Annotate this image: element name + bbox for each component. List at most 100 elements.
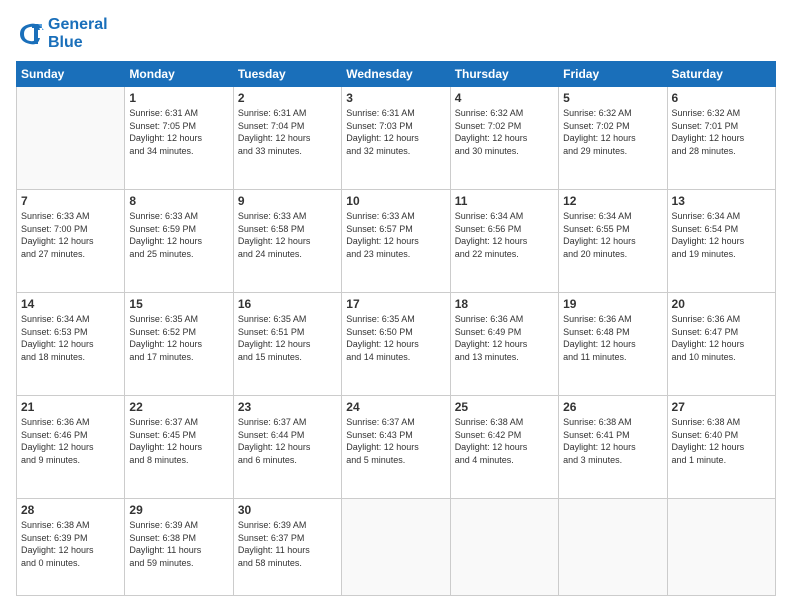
calendar-cell: [667, 498, 775, 595]
day-number: 12: [563, 194, 662, 208]
calendar-cell: [17, 87, 125, 190]
calendar-cell: 16 Sunrise: 6:35 AMSunset: 6:51 PMDayligh…: [233, 293, 341, 396]
day-info: Sunrise: 6:38 AMSunset: 6:40 PMDaylight:…: [672, 416, 771, 466]
logo: General Blue: [16, 16, 108, 51]
day-number: 11: [455, 194, 554, 208]
day-info: Sunrise: 6:35 AMSunset: 6:50 PMDaylight:…: [346, 313, 445, 363]
day-info: Sunrise: 6:39 AMSunset: 6:38 PMDaylight:…: [129, 519, 228, 569]
day-number: 18: [455, 297, 554, 311]
calendar-cell: 9 Sunrise: 6:33 AMSunset: 6:58 PMDaylight…: [233, 190, 341, 293]
calendar-cell: 15 Sunrise: 6:35 AMSunset: 6:52 PMDayligh…: [125, 293, 233, 396]
calendar-cell: 1Sunrise: 6:31 AMSunset: 7:05 PMDaylight…: [125, 87, 233, 190]
day-info: Sunrise: 6:37 AMSunset: 6:43 PMDaylight:…: [346, 416, 445, 466]
calendar-cell: 5 Sunrise: 6:32 AMSunset: 7:02 PMDaylight…: [559, 87, 667, 190]
weekday-header: Monday: [125, 62, 233, 87]
calendar-cell: 6 Sunrise: 6:32 AMSunset: 7:01 PMDaylight…: [667, 87, 775, 190]
calendar-cell: 4 Sunrise: 6:32 AMSunset: 7:02 PMDaylight…: [450, 87, 558, 190]
day-info: Sunrise: 6:31 AMSunset: 7:03 PMDaylight:…: [346, 107, 445, 157]
calendar-cell: 22 Sunrise: 6:37 AMSunset: 6:45 PMDayligh…: [125, 396, 233, 499]
day-number: 6: [672, 91, 771, 105]
page: General Blue SundayMondayTuesdayWednesda…: [0, 0, 792, 612]
day-info: Sunrise: 6:36 AMSunset: 6:49 PMDaylight:…: [455, 313, 554, 363]
day-info: Sunrise: 6:32 AMSunset: 7:02 PMDaylight:…: [455, 107, 554, 157]
weekday-header: Wednesday: [342, 62, 450, 87]
day-number: 25: [455, 400, 554, 414]
day-number: 16: [238, 297, 337, 311]
day-info: Sunrise: 6:32 AMSunset: 7:01 PMDaylight:…: [672, 107, 771, 157]
calendar-cell: [342, 498, 450, 595]
weekday-header: Friday: [559, 62, 667, 87]
calendar-cell: 11 Sunrise: 6:34 AMSunset: 6:56 PMDayligh…: [450, 190, 558, 293]
day-number: 30: [238, 503, 337, 517]
calendar-cell: 29Sunrise: 6:39 AMSunset: 6:38 PMDayligh…: [125, 498, 233, 595]
calendar-cell: 2 Sunrise: 6:31 AMSunset: 7:04 PMDaylight…: [233, 87, 341, 190]
calendar-cell: 19Sunrise: 6:36 AMSunset: 6:48 PMDayligh…: [559, 293, 667, 396]
calendar-cell: 21 Sunrise: 6:36 AMSunset: 6:46 PMDayligh…: [17, 396, 125, 499]
day-number: 20: [672, 297, 771, 311]
calendar-cell: 20 Sunrise: 6:36 AMSunset: 6:47 PMDayligh…: [667, 293, 775, 396]
day-number: 7: [21, 194, 120, 208]
calendar-cell: 14Sunrise: 6:34 AMSunset: 6:53 PMDayligh…: [17, 293, 125, 396]
day-info: Sunrise: 6:36 AMSunset: 6:47 PMDaylight:…: [672, 313, 771, 363]
day-number: 1: [129, 91, 228, 105]
day-info: Sunrise: 6:37 AMSunset: 6:45 PMDaylight:…: [129, 416, 228, 466]
day-number: 3: [346, 91, 445, 105]
calendar-cell: 3 Sunrise: 6:31 AMSunset: 7:03 PMDaylight…: [342, 87, 450, 190]
calendar-cell: 30 Sunrise: 6:39 AMSunset: 6:37 PMDayligh…: [233, 498, 341, 595]
weekday-header: Thursday: [450, 62, 558, 87]
calendar-cell: 18 Sunrise: 6:36 AMSunset: 6:49 PMDayligh…: [450, 293, 558, 396]
day-info: Sunrise: 6:34 AMSunset: 6:54 PMDaylight:…: [672, 210, 771, 260]
day-info: Sunrise: 6:33 AMSunset: 6:59 PMDaylight:…: [129, 210, 228, 260]
calendar-cell: 12 Sunrise: 6:34 AMSunset: 6:55 PMDayligh…: [559, 190, 667, 293]
day-number: 19: [563, 297, 662, 311]
day-info: Sunrise: 6:35 AMSunset: 6:52 PMDaylight:…: [129, 313, 228, 363]
day-number: 22: [129, 400, 228, 414]
day-number: 2: [238, 91, 337, 105]
header: General Blue: [16, 16, 776, 51]
calendar-cell: 7 Sunrise: 6:33 AMSunset: 7:00 PMDaylight…: [17, 190, 125, 293]
day-number: 27: [672, 400, 771, 414]
day-number: 21: [21, 400, 120, 414]
logo-icon: [16, 20, 44, 48]
day-info: Sunrise: 6:36 AMSunset: 6:46 PMDaylight:…: [21, 416, 120, 466]
day-info: Sunrise: 6:33 AMSunset: 7:00 PMDaylight:…: [21, 210, 120, 260]
day-number: 9: [238, 194, 337, 208]
day-info: Sunrise: 6:37 AMSunset: 6:44 PMDaylight:…: [238, 416, 337, 466]
logo-text: General Blue: [48, 16, 108, 51]
day-number: 14: [21, 297, 120, 311]
calendar-cell: 24 Sunrise: 6:37 AMSunset: 6:43 PMDayligh…: [342, 396, 450, 499]
weekday-header: Sunday: [17, 62, 125, 87]
day-number: 5: [563, 91, 662, 105]
day-number: 10: [346, 194, 445, 208]
calendar-cell: [559, 498, 667, 595]
day-info: Sunrise: 6:38 AMSunset: 6:41 PMDaylight:…: [563, 416, 662, 466]
calendar-cell: 25 Sunrise: 6:38 AMSunset: 6:42 PMDayligh…: [450, 396, 558, 499]
day-info: Sunrise: 6:32 AMSunset: 7:02 PMDaylight:…: [563, 107, 662, 157]
day-info: Sunrise: 6:35 AMSunset: 6:51 PMDaylight:…: [238, 313, 337, 363]
day-info: Sunrise: 6:38 AMSunset: 6:42 PMDaylight:…: [455, 416, 554, 466]
weekday-header: Saturday: [667, 62, 775, 87]
calendar-cell: 23 Sunrise: 6:37 AMSunset: 6:44 PMDayligh…: [233, 396, 341, 499]
day-number: 24: [346, 400, 445, 414]
calendar-table: SundayMondayTuesdayWednesdayThursdayFrid…: [16, 61, 776, 596]
day-number: 26: [563, 400, 662, 414]
calendar-cell: 27 Sunrise: 6:38 AMSunset: 6:40 PMDayligh…: [667, 396, 775, 499]
calendar-cell: 17 Sunrise: 6:35 AMSunset: 6:50 PMDayligh…: [342, 293, 450, 396]
calendar-cell: 10Sunrise: 6:33 AMSunset: 6:57 PMDayligh…: [342, 190, 450, 293]
calendar-cell: [450, 498, 558, 595]
day-number: 13: [672, 194, 771, 208]
day-info: Sunrise: 6:34 AMSunset: 6:56 PMDaylight:…: [455, 210, 554, 260]
calendar-cell: 28Sunrise: 6:38 AMSunset: 6:39 PMDayligh…: [17, 498, 125, 595]
day-info: Sunrise: 6:31 AMSunset: 7:04 PMDaylight:…: [238, 107, 337, 157]
calendar-cell: 26 Sunrise: 6:38 AMSunset: 6:41 PMDayligh…: [559, 396, 667, 499]
day-number: 4: [455, 91, 554, 105]
day-info: Sunrise: 6:38 AMSunset: 6:39 PMDaylight:…: [21, 519, 120, 569]
day-info: Sunrise: 6:34 AMSunset: 6:55 PMDaylight:…: [563, 210, 662, 260]
day-number: 17: [346, 297, 445, 311]
day-number: 23: [238, 400, 337, 414]
day-info: Sunrise: 6:33 AMSunset: 6:58 PMDaylight:…: [238, 210, 337, 260]
day-info: Sunrise: 6:39 AMSunset: 6:37 PMDaylight:…: [238, 519, 337, 569]
weekday-header: Tuesday: [233, 62, 341, 87]
day-number: 8: [129, 194, 228, 208]
day-number: 15: [129, 297, 228, 311]
